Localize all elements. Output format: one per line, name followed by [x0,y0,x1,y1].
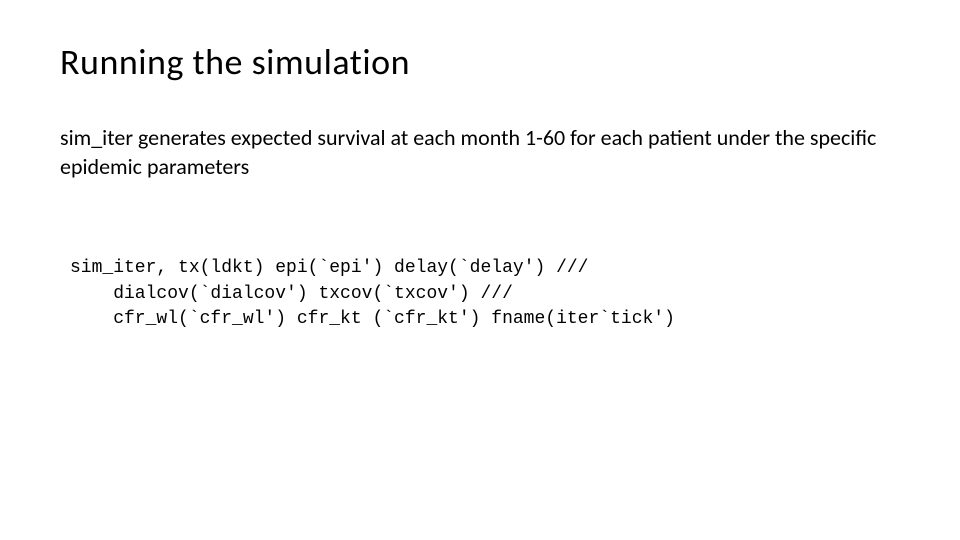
code-line-2: dialcov(`dialcov') txcov(`txcov') /// [70,284,513,304]
slide-title: Running the simulation [60,40,900,84]
code-block: sim_iter, tx(ldkt) epi(`epi') delay(`del… [70,231,900,332]
code-line-1: sim_iter, tx(ldkt) epi(`epi') delay(`del… [70,258,588,278]
code-line-3: cfr_wl(`cfr_wl') cfr_kt (`cfr_kt') fname… [70,309,675,329]
slide-body-text: sim_iter generates expected survival at … [60,124,900,181]
